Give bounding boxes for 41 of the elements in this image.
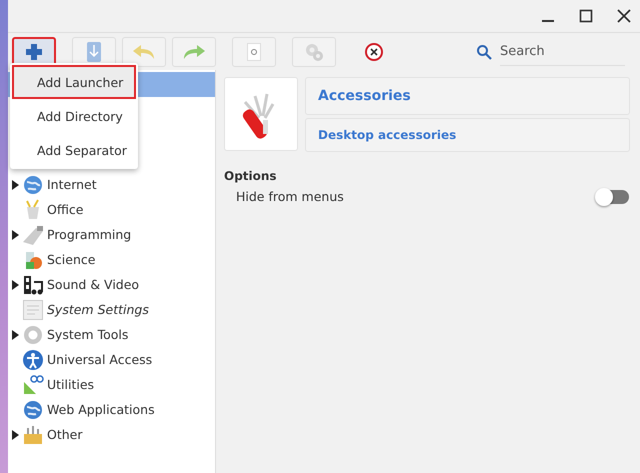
accessibility-icon (22, 348, 44, 370)
category-label[interactable]: Programming (47, 227, 132, 242)
expander-arrow-icon[interactable] (12, 430, 18, 440)
option-label: Hide from menus (236, 189, 344, 204)
search-icon (476, 44, 492, 60)
menu-item[interactable]: Add Directory (12, 99, 136, 133)
minimize-icon (542, 20, 554, 22)
film-music-icon (22, 274, 44, 296)
globe-icon (22, 174, 44, 196)
toggle-switch[interactable] (597, 190, 629, 204)
category-label[interactable]: Internet (47, 177, 97, 192)
category-label[interactable]: System Tools (47, 327, 128, 342)
expander-arrow-icon[interactable] (12, 230, 18, 240)
category-label[interactable]: Other (47, 427, 82, 442)
search-field[interactable]: Search (500, 37, 625, 66)
small-page-icon (22, 298, 44, 320)
undo-arrow-icon (131, 42, 157, 60)
category-label[interactable]: System Settings (47, 302, 149, 317)
globe-icon (22, 398, 44, 420)
section-heading: Options (224, 169, 278, 183)
menu-item[interactable]: Add Launcher (12, 65, 136, 99)
name-field[interactable]: Accessories (305, 77, 630, 115)
document-icon (247, 42, 261, 60)
comment-field[interactable]: Desktop accessories (305, 118, 630, 152)
expander-arrow-icon[interactable] (12, 280, 18, 290)
category-label[interactable]: Universal Access (47, 352, 152, 367)
category-label[interactable]: Sound & Video (47, 277, 140, 292)
close-circle-icon (364, 42, 384, 62)
icon-button[interactable] (224, 77, 298, 151)
redo-arrow-icon (181, 42, 207, 60)
category-label[interactable]: Utilities (47, 377, 94, 392)
expander-arrow-icon[interactable] (12, 180, 18, 190)
category-label[interactable]: Web Applications (47, 402, 155, 417)
add-icon (24, 42, 44, 62)
gear-icon (22, 324, 44, 346)
expander-arrow-icon[interactable] (12, 330, 18, 340)
menu-item[interactable]: Add Separator (12, 133, 136, 167)
toolbox-icon (22, 424, 44, 446)
category-label[interactable]: Office (47, 202, 84, 217)
ruler-scissors-icon (22, 374, 44, 396)
category-label[interactable]: Science (47, 252, 96, 267)
